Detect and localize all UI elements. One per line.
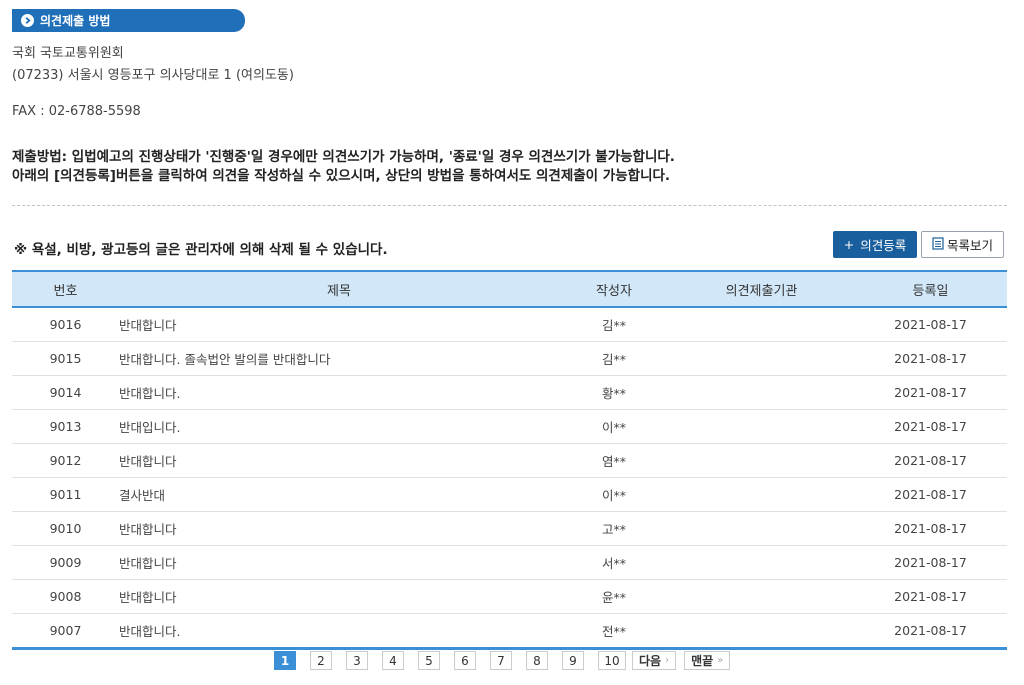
cell-author: 김** [601, 318, 626, 333]
list-icon [932, 236, 944, 253]
last-page-button-label: 맨끝 [691, 654, 714, 668]
next-page-button[interactable]: 다음 › [632, 651, 677, 670]
last-page-button[interactable]: 맨끝» [684, 651, 731, 670]
cell-date: 2021-08-17 [894, 487, 967, 502]
cell-author: 서** [601, 556, 626, 571]
cell-author: 김** [601, 352, 626, 367]
cell-date: 2021-08-17 [894, 521, 967, 536]
page-2-button[interactable]: 2 [310, 651, 332, 670]
cell-author: 전** [601, 624, 626, 639]
cell-title[interactable]: 반대합니다 [119, 519, 559, 538]
plus-icon: + [843, 237, 855, 252]
list-button-label: 목록보기 [946, 238, 993, 253]
cell-date: 2021-08-17 [894, 351, 967, 366]
register-opinion-button[interactable]: + 의견등록 [833, 231, 917, 258]
table-row[interactable]: 9010 반대합니다 고** 2021-08-17 [12, 512, 1007, 546]
page-9-button[interactable]: 9 [562, 651, 584, 670]
opinion-table: 번호 제목 작성자 의견제출기관 등록일 9016 반대합니다 김** 2021-08… [12, 270, 1007, 650]
cell-title[interactable]: 반대합니다 [119, 315, 559, 334]
table-row[interactable]: 9011 결사반대 이** 2021-08-17 [12, 478, 1007, 512]
warning-text: ※ 욕설, 비방, 광고등의 글은 관리자에 의해 삭제 될 수 있습니다. [14, 242, 388, 258]
table-row[interactable]: 9014 반대합니다. 황** 2021-08-17 [12, 376, 1007, 410]
cell-author: 고** [601, 522, 626, 537]
page-4-button[interactable]: 4 [382, 651, 404, 670]
notice-line-2: 아래의 [의견등록]버튼을 클릭하여 의견을 작성하실 수 있으시며, 상단의 … [12, 168, 671, 184]
fax-number: FAX : 02-6788-5598 [12, 104, 141, 119]
page-3-button[interactable]: 3 [346, 651, 368, 670]
table-header: 번호 제목 작성자 의견제출기관 등록일 [12, 270, 1007, 308]
header-title: 제목 [327, 283, 351, 299]
cell-title[interactable]: 반대합니다. [119, 383, 559, 402]
address-street: (07233) 서울시 영등포구 의사당대로 1 (여의도동) [12, 68, 294, 83]
header-date: 등록일 [912, 283, 949, 299]
cell-no: 9008 [49, 589, 82, 604]
cell-author: 염** [601, 454, 626, 469]
table-row[interactable]: 9007 반대합니다. 전** 2021-08-17 [12, 614, 1007, 650]
cell-date: 2021-08-17 [894, 317, 967, 332]
cell-no: 9014 [49, 385, 82, 400]
cell-no: 9009 [49, 555, 82, 570]
cell-date: 2021-08-17 [894, 419, 967, 434]
section-tab: 의견제출 방법 [12, 9, 245, 32]
page-10-button[interactable]: 10 [598, 651, 626, 670]
cell-date: 2021-08-17 [894, 589, 967, 604]
table-row[interactable]: 9009 반대합니다 서** 2021-08-17 [12, 546, 1007, 580]
cell-title[interactable]: 반대합니다 [119, 451, 559, 470]
cell-no: 9016 [49, 317, 82, 332]
table-row[interactable]: 9015 반대합니다. 졸속법안 발의를 반대합니다 김** 2021-08-17 [12, 342, 1007, 376]
cell-date: 2021-08-17 [894, 623, 967, 638]
notice-line-1: 제출방법: 입법예고의 진행상태가 '진행중'일 경우에만 의견쓰기가 가능하며… [12, 149, 675, 165]
cell-no: 9012 [49, 453, 82, 468]
cell-title[interactable]: 반대합니다. 졸속법안 발의를 반대합니다 [119, 349, 559, 368]
header-org: 의견제출기관 [725, 283, 798, 299]
cell-title[interactable]: 반대합니다. [119, 621, 559, 640]
table-body: 9016 반대합니다 김** 2021-08-17 9015 반대합니다. 졸속법안 발의… [12, 308, 1007, 650]
section-title: 의견제출 방법 [40, 14, 111, 28]
cell-author: 윤** [601, 590, 626, 605]
chevron-right-icon [21, 14, 34, 27]
cell-title[interactable]: 반대입니다. [119, 417, 559, 436]
cell-title[interactable]: 결사반대 [119, 485, 559, 504]
table-row[interactable]: 9012 반대합니다 염** 2021-08-17 [12, 444, 1007, 478]
cell-no: 9010 [49, 521, 82, 536]
cell-no: 9011 [49, 487, 82, 502]
cell-no: 9007 [49, 623, 82, 638]
page-1-button[interactable]: 1 [274, 651, 296, 670]
page-8-button[interactable]: 8 [526, 651, 548, 670]
table-row[interactable]: 9013 반대입니다. 이** 2021-08-17 [12, 410, 1007, 444]
chevron-right-icon: › [665, 655, 670, 666]
next-page-button-label: 다음 [639, 654, 662, 668]
address-org: 국회 국토교통위원회 [12, 46, 124, 61]
table-row[interactable]: 9016 반대합니다 김** 2021-08-17 [12, 308, 1007, 342]
cell-author: 이** [601, 488, 626, 503]
register-button-label: 의견등록 [860, 238, 907, 253]
page-6-button[interactable]: 6 [454, 651, 476, 670]
view-list-button[interactable]: 목록보기 [921, 231, 1004, 258]
cell-no: 9015 [49, 351, 82, 366]
double-chevron-right-icon: » [717, 655, 724, 666]
table-row[interactable]: 9008 반대합니다 윤** 2021-08-17 [12, 580, 1007, 614]
page-7-button[interactable]: 7 [490, 651, 512, 670]
cell-date: 2021-08-17 [894, 555, 967, 570]
cell-date: 2021-08-17 [894, 453, 967, 468]
header-no: 번호 [53, 283, 78, 299]
header-author: 작성자 [596, 283, 632, 299]
cell-date: 2021-08-17 [894, 385, 967, 400]
pagination: 1 2 3 4 5 6 7 8 9 10 다음 › 맨끝» [274, 651, 738, 670]
cell-author: 이** [601, 420, 626, 435]
divider [12, 205, 1007, 206]
page-5-button[interactable]: 5 [418, 651, 440, 670]
cell-title[interactable]: 반대합니다 [119, 553, 559, 572]
cell-no: 9013 [49, 419, 82, 434]
cell-title[interactable]: 반대합니다 [119, 587, 559, 606]
cell-author: 황** [601, 386, 626, 401]
